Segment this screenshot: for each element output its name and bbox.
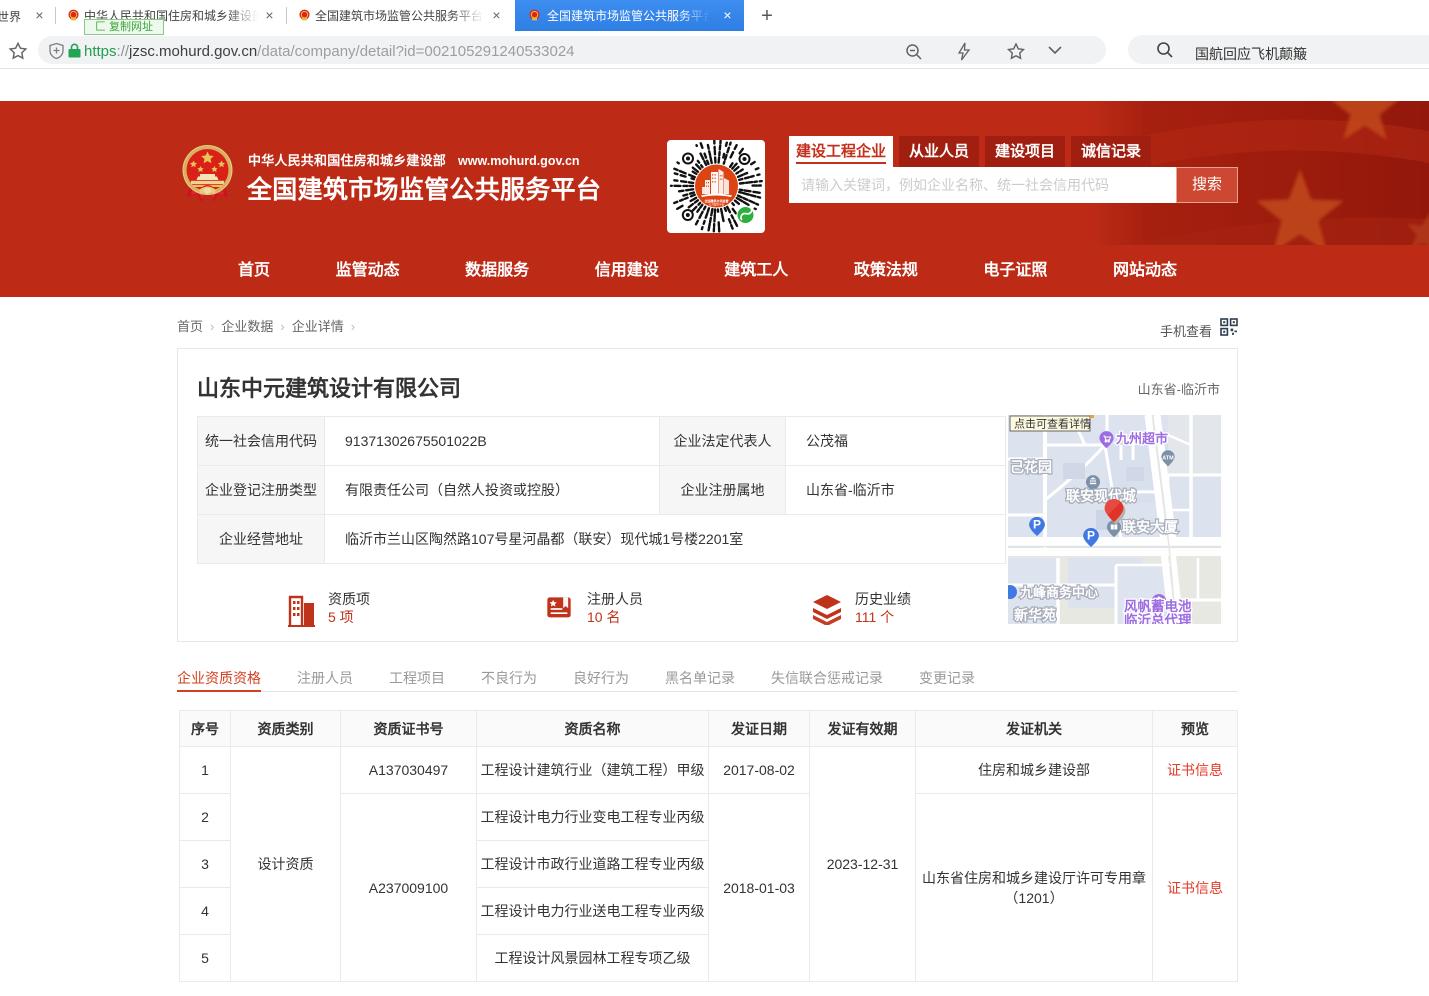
svg-text:九州超市: 九州超市: [1115, 431, 1168, 446]
svg-text:九峰商务中心: 九峰商务中心: [1019, 585, 1098, 600]
svg-text:P: P: [1033, 518, 1041, 532]
svg-text:P: P: [1087, 529, 1095, 543]
svg-text:己花园: 己花园: [1010, 459, 1052, 475]
svg-text:临沂总代理: 临沂总代理: [1124, 612, 1192, 624]
svg-text:联安现代城: 联安现代城: [1066, 488, 1136, 504]
svg-text:公共服务平台: 公共服务平台: [709, 203, 725, 207]
svg-text:全国建筑市场监管: 全国建筑市场监管: [703, 198, 728, 203]
svg-text:新华苑: 新华苑: [1014, 607, 1056, 623]
svg-text:联安大厦: 联安大厦: [1122, 519, 1179, 535]
svg-text:点击可查看详情: 点击可查看详情: [1014, 417, 1091, 431]
svg-text:风帆蓄电池: 风帆蓄电池: [1124, 598, 1192, 614]
svg-text:ATM: ATM: [1162, 456, 1174, 462]
